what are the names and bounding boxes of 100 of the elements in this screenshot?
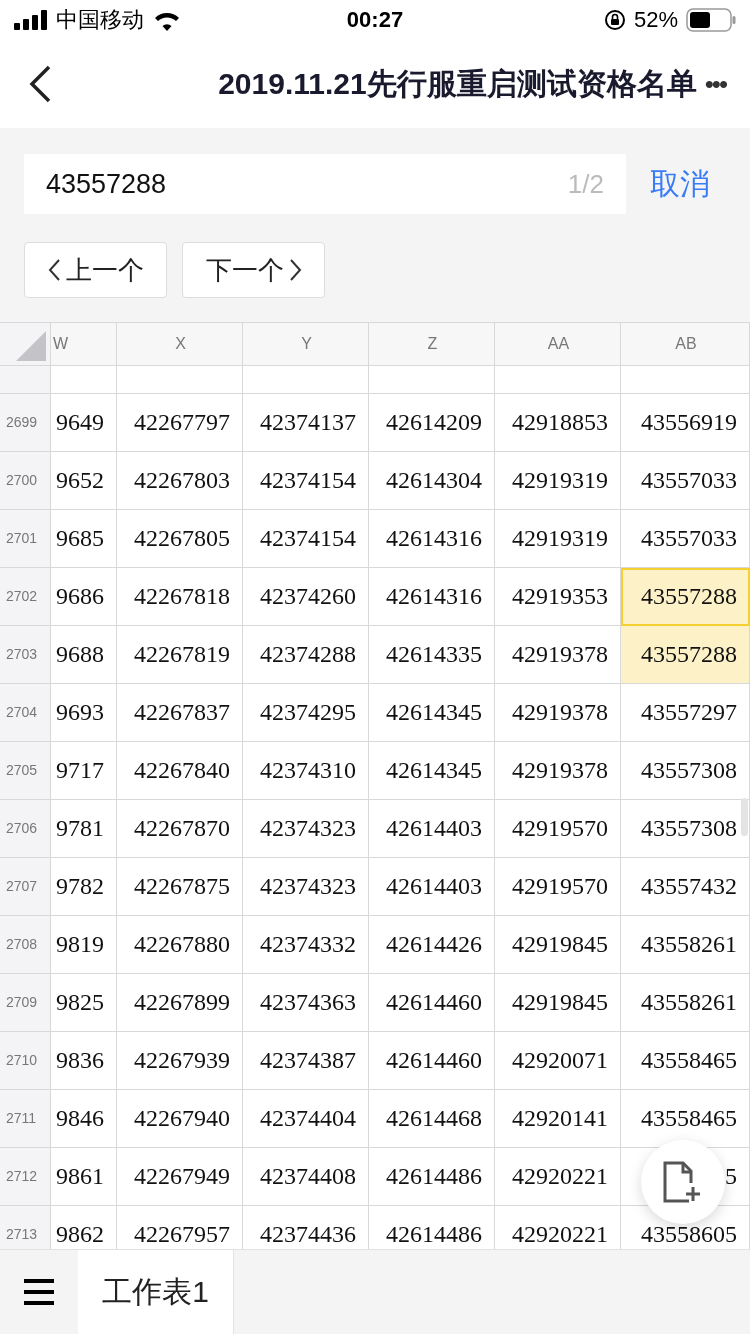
table-cell: 43558261 — [621, 916, 750, 974]
scrollbar-thumb[interactable] — [741, 798, 748, 836]
table-cell: 43557308 — [621, 800, 750, 858]
table-cell: 42374404 — [243, 1090, 369, 1148]
table-cell: 9649 — [51, 394, 117, 452]
row-number[interactable]: 2702 — [0, 568, 51, 626]
highlighted-cell: 43557288 — [621, 626, 750, 684]
table-cell: 43558261 — [621, 974, 750, 1032]
table-cell: 9836 — [51, 1032, 117, 1090]
column-header[interactable]: Z — [369, 323, 495, 366]
table-cell: 42267797 — [117, 394, 243, 452]
table-cell: 42614403 — [369, 858, 495, 916]
table-cell: 42374363 — [243, 974, 369, 1032]
row-number[interactable]: 2706 — [0, 800, 51, 858]
table-cell: 42267880 — [117, 916, 243, 974]
table-cell: 9846 — [51, 1090, 117, 1148]
table-cell: 42267875 — [117, 858, 243, 916]
match-count: 1/2 — [567, 168, 604, 200]
column-header[interactable]: AA — [495, 323, 621, 366]
row-number[interactable]: 2705 — [0, 742, 51, 800]
table-cell: 43557297 — [621, 684, 750, 742]
back-icon[interactable] — [28, 65, 52, 103]
menu-icon — [24, 1279, 54, 1305]
table-cell: 42614403 — [369, 800, 495, 858]
battery-icon — [686, 8, 736, 32]
table-cell: 9717 — [51, 742, 117, 800]
column-header[interactable]: AB — [621, 323, 750, 366]
column-header[interactable]: Y — [243, 323, 369, 366]
chevron-right-icon — [289, 259, 302, 281]
table-cell: 42374295 — [243, 684, 369, 742]
table-cell: 42267939 — [117, 1032, 243, 1090]
table-cell: 43556919 — [621, 394, 750, 452]
row-number[interactable]: 2710 — [0, 1032, 51, 1090]
table-cell: 42374137 — [243, 394, 369, 452]
table-cell: 42374260 — [243, 568, 369, 626]
table-cell: 9686 — [51, 568, 117, 626]
table-cell: 9688 — [51, 626, 117, 684]
table-cell: 42614468 — [369, 1090, 495, 1148]
previous-button[interactable]: 上一个 — [24, 242, 167, 298]
table-cell: 42614345 — [369, 742, 495, 800]
table-cell: 42374154 — [243, 510, 369, 568]
table-cell: 9781 — [51, 800, 117, 858]
table-cell: 42267949 — [117, 1148, 243, 1206]
column-header[interactable]: X — [117, 323, 243, 366]
signal-icon — [14, 10, 48, 30]
next-button[interactable]: 下一个 — [182, 242, 325, 298]
cancel-button[interactable]: 取消 — [650, 163, 710, 205]
table-cell: 42267837 — [117, 684, 243, 742]
table-cell: 43557308 — [621, 742, 750, 800]
table-cell: 43557033 — [621, 510, 750, 568]
carrier-name: 中国移动 — [56, 6, 144, 34]
table-cell: 42267805 — [117, 510, 243, 568]
table-cell: 42614486 — [369, 1148, 495, 1206]
row-number[interactable]: 2713 — [0, 1206, 51, 1249]
table-cell: 42374310 — [243, 742, 369, 800]
row-number[interactable]: 2704 — [0, 684, 51, 742]
table-cell: 42267870 — [117, 800, 243, 858]
row-number[interactable]: 2709 — [0, 974, 51, 1032]
table-cell: 9825 — [51, 974, 117, 1032]
row-number[interactable]: 2703 — [0, 626, 51, 684]
row-number[interactable]: 2708 — [0, 916, 51, 974]
table-cell: 42374387 — [243, 1032, 369, 1090]
table-cell: 9782 — [51, 858, 117, 916]
row-number[interactable]: 2711 — [0, 1090, 51, 1148]
table-cell: 43557033 — [621, 452, 750, 510]
search-field[interactable]: 43557288 1/2 — [24, 154, 626, 214]
clock-time: 00:27 — [346, 7, 404, 33]
table-cell: 42374332 — [243, 916, 369, 974]
sheet-tab[interactable]: 工作表1 — [78, 1250, 234, 1334]
row-number[interactable]: 2699 — [0, 394, 51, 452]
battery-percent: 52% — [633, 7, 678, 33]
chevron-left-icon — [47, 259, 60, 281]
row-number[interactable]: 2707 — [0, 858, 51, 916]
table-cell: 42614345 — [369, 684, 495, 742]
table-cell — [51, 366, 117, 394]
rotation-lock-icon — [603, 9, 626, 31]
table-cell: 42614304 — [369, 452, 495, 510]
document-title: 2019.11.21先行服重启测试资格名单 — [217, 65, 697, 102]
column-header[interactable]: W — [51, 323, 117, 366]
table-cell: 42614460 — [369, 974, 495, 1032]
row-number[interactable]: 2712 — [0, 1148, 51, 1206]
table-cell: 42614335 — [369, 626, 495, 684]
table-cell: 9685 — [51, 510, 117, 568]
table-cell: 42614209 — [369, 394, 495, 452]
table-cell: 9693 — [51, 684, 117, 742]
table-cell: 42614316 — [369, 568, 495, 626]
table-cell: 43558465 — [621, 1032, 750, 1090]
more-button[interactable]: ••• — [704, 68, 726, 100]
row-number[interactable]: 2700 — [0, 452, 51, 510]
table-cell: 9861 — [51, 1148, 117, 1206]
table-cell: 42267803 — [117, 452, 243, 510]
table-cell: 9652 — [51, 452, 117, 510]
table-cell: 42374154 — [243, 452, 369, 510]
table-cell: 42374323 — [243, 800, 369, 858]
selected-cell: 43557288 — [621, 568, 750, 626]
table-cell: 42374288 — [243, 626, 369, 684]
table-cell: 42374408 — [243, 1148, 369, 1206]
table-cell: 42614426 — [369, 916, 495, 974]
row-number[interactable]: 2701 — [0, 510, 51, 568]
table-cell: 42614460 — [369, 1032, 495, 1090]
